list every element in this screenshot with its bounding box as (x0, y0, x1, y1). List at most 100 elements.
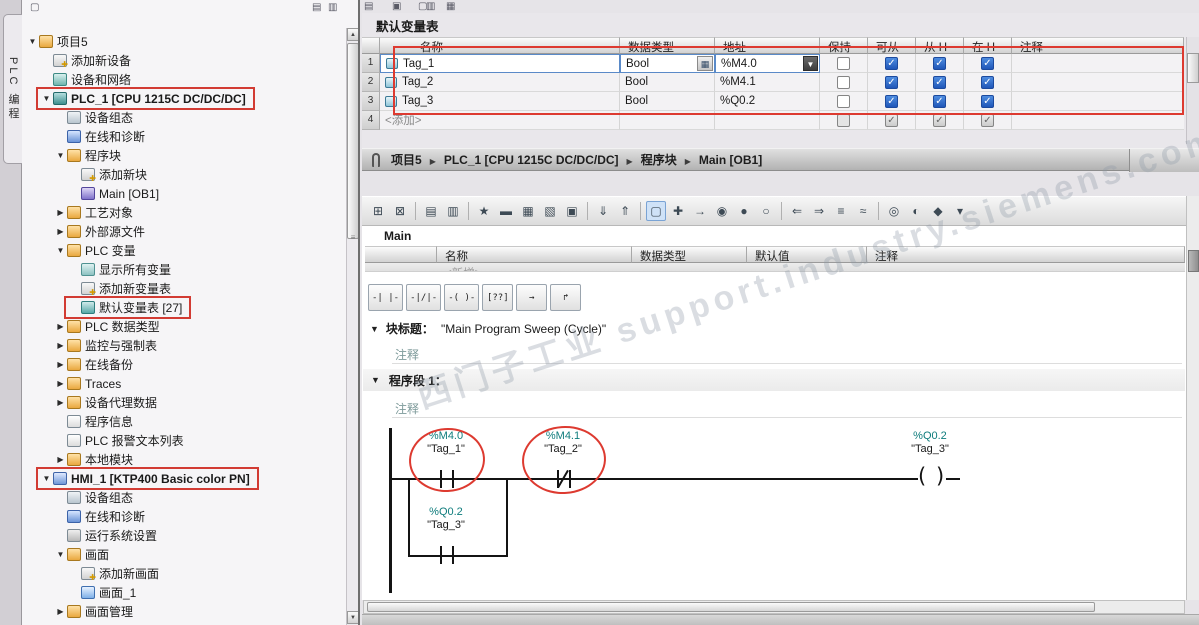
coil-address[interactable]: %Q0.2 (898, 430, 962, 442)
column-header[interactable]: 可从 (868, 37, 916, 54)
tree-item[interactable]: 添加新块 (66, 165, 154, 184)
tree-item[interactable]: 设备组态 (52, 488, 140, 507)
interface-column-header[interactable]: 注释 (867, 246, 1185, 263)
address-cell[interactable]: %M4.0 ▼ (715, 54, 820, 73)
comment-cell[interactable] (1012, 92, 1184, 111)
header-corner-cell[interactable] (362, 37, 380, 54)
writable-from-hmi-checkbox[interactable]: ✓ (933, 56, 946, 70)
tag-name-cell[interactable]: Tag_2 (380, 73, 620, 92)
tag-table-row[interactable]: 3 Tag_3 Bool %Q0.2 ✓ ✓ ✓ (362, 92, 1184, 111)
network-comment[interactable]: 注释 (395, 400, 419, 417)
column-header[interactable]: 在 H (964, 37, 1012, 54)
network-comments-icon[interactable]: ▧ (540, 201, 560, 221)
comment-cell[interactable] (1012, 54, 1184, 73)
collapse-block-title-icon[interactable]: ▼ (370, 324, 379, 334)
insert-network-icon[interactable]: ⊞ (368, 201, 388, 221)
expander-open-icon[interactable]: ▼ (40, 94, 53, 103)
tree-item[interactable]: ▶ 工艺对象 (52, 203, 140, 222)
data-type-cell[interactable]: Bool ▦ (620, 54, 715, 73)
open-all-networks-icon[interactable]: ▤ (421, 201, 441, 221)
favorites-icon[interactable]: ★ (474, 201, 494, 221)
branch-contact-no[interactable] (452, 546, 454, 564)
comment-cell[interactable] (1012, 111, 1184, 130)
tree-item[interactable]: 添加新设备 (38, 51, 138, 70)
tree-item[interactable]: PLC 报警文本列表 (52, 431, 191, 450)
more-options-icon[interactable]: ▾ (950, 201, 970, 221)
scroll-up-icon[interactable]: ▲ (347, 28, 358, 41)
data-type-cell[interactable]: Bool (620, 92, 715, 111)
tree-item[interactable]: 设备组态 (52, 108, 140, 127)
tree-item[interactable]: 在线和诊断 (52, 507, 152, 526)
close-all-networks-icon[interactable]: ▥ (443, 201, 463, 221)
tree-item[interactable]: ▶ 画面管理 (52, 602, 140, 621)
contact2-tag-name[interactable]: "Tag_2" (531, 443, 595, 455)
coil-button[interactable]: -( )- (444, 284, 480, 311)
show-symbols-icon[interactable]: ▣ (562, 201, 582, 221)
tree-item[interactable]: ▶ 本地模块 (52, 450, 140, 469)
tree-item[interactable]: 显示所有变量 (66, 260, 178, 279)
expander-closed-icon[interactable]: ▶ (54, 208, 67, 217)
block-comment[interactable]: 注释 (395, 346, 419, 363)
address-cell[interactable]: %Q0.2 (715, 92, 820, 111)
horizontal-scrollbar-thumb[interactable] (367, 602, 1095, 612)
breadcrumb-item[interactable]: 项目5 (391, 153, 422, 167)
contact1-address[interactable]: %M4.0 (414, 430, 478, 442)
column-header[interactable]: 数据类型 (620, 37, 715, 54)
retain-checkbox[interactable] (837, 94, 850, 108)
visible-in-hmi-checkbox[interactable]: ✓ (981, 56, 994, 70)
expander-closed-icon[interactable]: ▶ (54, 341, 67, 350)
empty-box-button[interactable]: [??] (482, 284, 514, 311)
tree-scrollbar[interactable]: ▲ ≡ ▼ (346, 28, 358, 625)
settings-icon[interactable]: ◆ (928, 201, 948, 221)
expander-open-icon[interactable]: ▼ (40, 474, 53, 483)
accessible-from-hmi-checkbox[interactable]: ✓ (885, 56, 898, 70)
tree-item[interactable]: ▶ 外部源文件 (52, 222, 152, 241)
tree-item[interactable]: 运行系统设置 (52, 526, 164, 545)
comment-cell[interactable] (1012, 73, 1184, 92)
interface-add-row[interactable]: <新增> (365, 263, 1185, 272)
tree-item[interactable]: ▼ HMI_1 [KTP400 Basic color PN] (36, 467, 259, 490)
block-title-row[interactable]: ▼ 块标题： "Main Program Sweep (Cycle)" (370, 320, 606, 337)
tag-table-scrollbar[interactable] (1186, 37, 1199, 144)
tree-item[interactable]: ▶ PLC 数据类型 (52, 317, 167, 336)
tree-item[interactable]: 默认变量表 [27] (63, 296, 192, 319)
status-off-icon[interactable]: ○ (756, 201, 776, 221)
expander-open-icon[interactable]: ▼ (54, 246, 67, 255)
network-1-header[interactable]: ▼ 程序段 1： (363, 369, 1185, 391)
data-type-cell[interactable]: Bool (620, 73, 715, 92)
open-branch-button[interactable]: → (516, 284, 548, 311)
branch-contact-no[interactable] (440, 546, 442, 564)
expander-closed-icon[interactable]: ▶ (54, 379, 67, 388)
contact2-nc[interactable] (569, 470, 571, 488)
tree-item[interactable]: 程序信息 (52, 412, 140, 431)
address-cell[interactable]: %M4.1 (715, 73, 820, 92)
paperclip-icon[interactable] (372, 152, 380, 167)
tree-item[interactable]: Main [OB1] (66, 184, 166, 203)
horizontal-scrollbar[interactable] (363, 600, 1185, 614)
delete-network-icon[interactable]: ⊠ (390, 201, 410, 221)
tree-item[interactable]: 添加新变量表 (66, 279, 178, 298)
tag-table-row[interactable]: 1 Tag_1 Bool ▦ %M4.0 ▼ ✓ ✓ ✓ (362, 54, 1184, 73)
upload-icon[interactable]: ⇑ (615, 201, 635, 221)
close-branch-button[interactable]: ↱ (550, 284, 582, 311)
breadcrumb-item[interactable]: 程序块 (641, 153, 677, 167)
free-comment-icon[interactable]: ✚ (668, 201, 688, 221)
writable-from-hmi-checkbox[interactable]: ✓ (933, 94, 946, 108)
back-icon[interactable]: ⇐ (787, 201, 807, 221)
jump-to-icon[interactable]: → (690, 201, 710, 221)
coil-tag-name[interactable]: "Tag_3" (898, 443, 962, 455)
tree-item[interactable]: ▶ 在线备份 (52, 355, 140, 374)
contact1-tag-name[interactable]: "Tag_1" (414, 443, 478, 455)
coil-right-paren[interactable]: ) (936, 463, 944, 489)
expander-closed-icon[interactable]: ▶ (54, 227, 67, 236)
expander-closed-icon[interactable]: ▶ (54, 455, 67, 464)
absolute-operands-icon[interactable]: ▦ (518, 201, 538, 221)
tree-item[interactable]: 设备和网络 (38, 70, 138, 89)
scrollbar-grip-icon[interactable]: ≡ (348, 233, 358, 242)
tree-item[interactable]: ▼ 项目5 (24, 32, 95, 51)
tag-table-row[interactable]: 4 <添加> ✓ ✓ ✓ (362, 111, 1184, 130)
expander-open-icon[interactable]: ▼ (54, 550, 67, 559)
retain-checkbox[interactable] (837, 75, 850, 89)
collapse-network-icon[interactable]: ▼ (371, 375, 380, 385)
block-title-value[interactable]: "Main Program Sweep (Cycle)" (441, 322, 606, 336)
